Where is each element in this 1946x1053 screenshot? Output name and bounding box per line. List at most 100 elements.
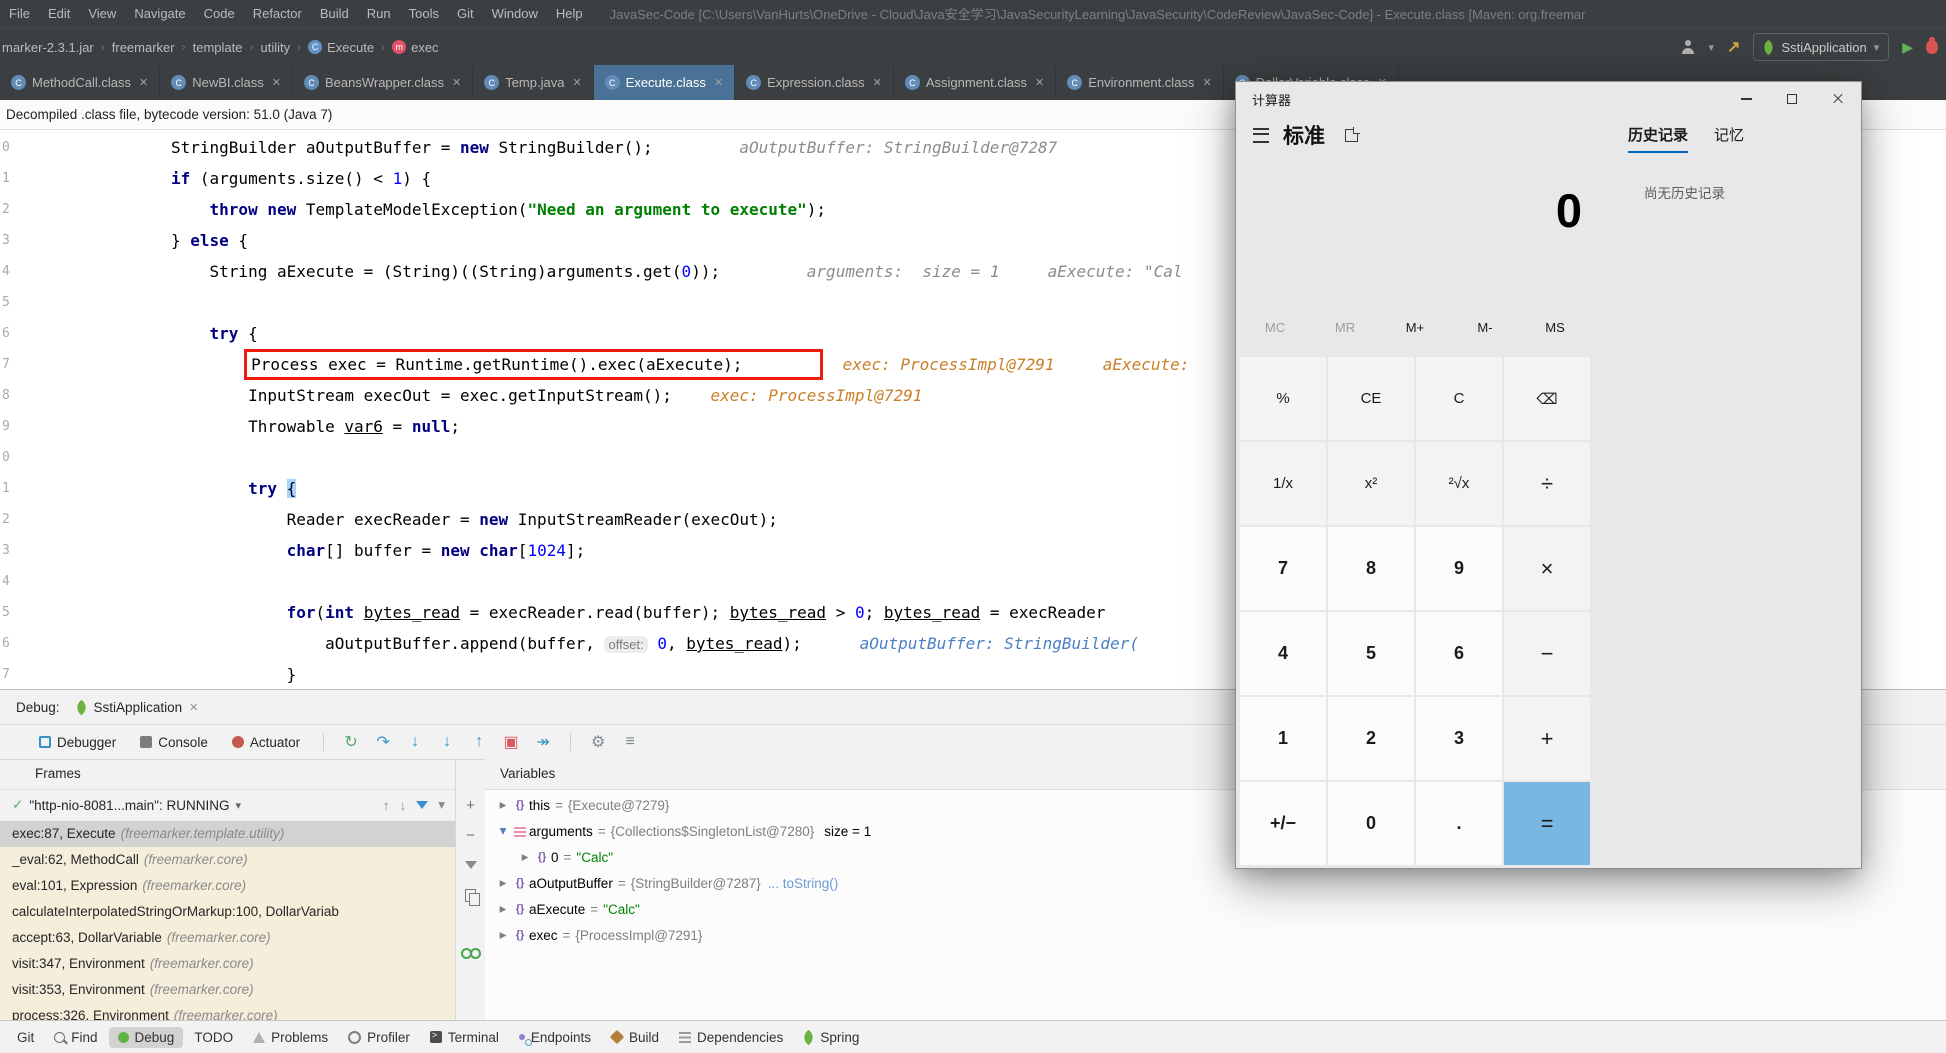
- equals-button[interactable]: =: [1504, 782, 1590, 865]
- two-button[interactable]: 2: [1328, 697, 1414, 780]
- clear-entry-button[interactable]: CE: [1328, 357, 1414, 440]
- skip-icon[interactable]: ↠: [530, 732, 556, 752]
- close-icon[interactable]: ✕: [1202, 76, 1211, 89]
- tab-debugger[interactable]: Debugger: [30, 735, 125, 750]
- chevron-right-icon[interactable]: ▸: [495, 927, 511, 943]
- statusbar-item-spring[interactable]: Spring: [794, 1027, 868, 1048]
- statusbar-item-git[interactable]: Git: [8, 1027, 43, 1048]
- variable-row[interactable]: ▸{}exec={ProcessImpl@7291}: [485, 922, 1946, 948]
- frame-row[interactable]: eval:101, Expression(freemarker.core): [0, 873, 455, 899]
- menu-item-tools[interactable]: Tools: [400, 6, 448, 21]
- code-with-me-icon[interactable]: [1681, 40, 1695, 54]
- menu-item-build[interactable]: Build: [311, 6, 358, 21]
- menu-item-file[interactable]: File: [0, 6, 39, 21]
- editor-tab-methodcall-class[interactable]: CMethodCall.class✕: [0, 65, 160, 100]
- collapse-icon[interactable]: −: [466, 831, 475, 841]
- chevron-down-icon[interactable]: ▾: [495, 823, 511, 839]
- breadcrumb-item[interactable]: freemarker: [110, 40, 177, 55]
- divide-button[interactable]: ÷: [1504, 442, 1590, 525]
- filter-icon[interactable]: [416, 801, 428, 809]
- editor-tab-newbi-class[interactable]: CNewBI.class✕: [160, 65, 293, 100]
- six-button[interactable]: 6: [1416, 612, 1502, 695]
- editor-tab-temp-java[interactable]: CTemp.java✕: [473, 65, 593, 100]
- memory-store-button[interactable]: MS: [1520, 320, 1590, 335]
- thread-selector[interactable]: ✓ "http-nio-8081...main": RUNNING ▾ ↑ ↓ …: [0, 790, 455, 820]
- calculator-titlebar[interactable]: 计算器: [1236, 82, 1861, 116]
- frame-row[interactable]: exec:87, Execute(freemarker.template.uti…: [0, 821, 455, 847]
- breadcrumb-item[interactable]: marker-2.3.1.jar: [0, 40, 96, 55]
- keep-on-top-icon[interactable]: [1345, 129, 1358, 142]
- layout-icon[interactable]: ≡: [617, 733, 643, 751]
- menu-item-navigate[interactable]: Navigate: [125, 6, 194, 21]
- copy-icon[interactable]: [465, 889, 476, 902]
- negate-button[interactable]: +/−: [1240, 782, 1326, 865]
- tab-console[interactable]: Console: [131, 735, 217, 750]
- frame-row[interactable]: visit:353, Environment(freemarker.core): [0, 977, 455, 1003]
- view-breakpoints-icon[interactable]: ▣: [498, 732, 524, 752]
- variable-row[interactable]: ▸{}aExecute="Calc": [485, 896, 1946, 922]
- close-icon[interactable]: ✕: [714, 76, 723, 89]
- chevron-down-icon[interactable]: ▾: [438, 797, 445, 813]
- debug-button[interactable]: [1926, 40, 1938, 54]
- frame-row[interactable]: calculateInterpolatedStringOrMarkup:100,…: [0, 899, 455, 925]
- editor-tab-assignment-class[interactable]: CAssignment.class✕: [894, 65, 1056, 100]
- editor-tab-execute-class[interactable]: CExecute.class✕: [594, 65, 735, 100]
- percent-button[interactable]: %: [1240, 357, 1326, 440]
- chevron-right-icon[interactable]: ▸: [517, 849, 533, 865]
- clear-button[interactable]: C: [1416, 357, 1502, 440]
- close-icon[interactable]: ✕: [873, 76, 882, 89]
- close-icon[interactable]: ✕: [1035, 76, 1044, 89]
- close-button[interactable]: [1815, 82, 1861, 116]
- rerun-icon[interactable]: ↻: [338, 732, 364, 752]
- breadcrumb-item[interactable]: utility: [258, 40, 292, 55]
- three-button[interactable]: 3: [1416, 697, 1502, 780]
- add-button[interactable]: +: [1504, 697, 1590, 780]
- chevron-down-icon[interactable]: ▾: [1708, 41, 1714, 54]
- close-icon[interactable]: ✕: [572, 76, 581, 89]
- step-into-icon[interactable]: ↓: [402, 733, 428, 751]
- statusbar-item-build[interactable]: Build: [602, 1027, 668, 1048]
- nine-button[interactable]: 9: [1416, 527, 1502, 610]
- close-icon[interactable]: ✕: [189, 701, 198, 714]
- step-out-icon[interactable]: ↑: [466, 733, 492, 751]
- hotswap-icon[interactable]: ↗: [1727, 37, 1740, 57]
- frame-up-icon[interactable]: ↑: [383, 798, 390, 813]
- frame-row[interactable]: _eval:62, MethodCall(freemarker.core): [0, 847, 455, 873]
- statusbar-item-endpoints[interactable]: Endpoints: [510, 1027, 600, 1048]
- close-icon[interactable]: ✕: [452, 76, 461, 89]
- maximize-button[interactable]: [1769, 82, 1815, 116]
- five-button[interactable]: 5: [1328, 612, 1414, 695]
- square-button[interactable]: x²: [1328, 442, 1414, 525]
- one-button[interactable]: 1: [1240, 697, 1326, 780]
- menu-item-view[interactable]: View: [79, 6, 125, 21]
- editor-tab-beanswrapper-class[interactable]: CBeansWrapper.class✕: [293, 65, 473, 100]
- close-icon[interactable]: ✕: [272, 76, 281, 89]
- variable-row[interactable]: ▸{}aOutputBuffer={StringBuilder@7287}...…: [485, 870, 1946, 896]
- debug-session-tab[interactable]: SstiApplication ✕: [76, 700, 199, 715]
- tab-actuator[interactable]: Actuator: [223, 735, 309, 750]
- seven-button[interactable]: 7: [1240, 527, 1326, 610]
- chevron-right-icon[interactable]: ▸: [495, 901, 511, 917]
- evaluate-expression-icon[interactable]: [461, 948, 481, 957]
- statusbar-item-profiler[interactable]: Profiler: [339, 1027, 419, 1048]
- chevron-right-icon[interactable]: ▸: [495, 797, 511, 813]
- decimal-button[interactable]: .: [1416, 782, 1502, 865]
- zero-button[interactable]: 0: [1328, 782, 1414, 865]
- tab-memory[interactable]: 记忆: [1714, 124, 1744, 153]
- statusbar-item-problems[interactable]: Problems: [244, 1027, 337, 1048]
- menu-item-git[interactable]: Git: [448, 6, 483, 21]
- eight-button[interactable]: 8: [1328, 527, 1414, 610]
- breadcrumb-item[interactable]: template: [191, 40, 245, 55]
- breadcrumb-item[interactable]: CExecute: [306, 40, 376, 55]
- editor-tab-environment-class[interactable]: CEnvironment.class✕: [1056, 65, 1223, 100]
- force-step-into-icon[interactable]: ↓: [434, 733, 460, 751]
- menu-item-edit[interactable]: Edit: [39, 6, 79, 21]
- memory-add-button[interactable]: M+: [1380, 320, 1450, 335]
- menu-item-refactor[interactable]: Refactor: [244, 6, 311, 21]
- subtract-button[interactable]: −: [1504, 612, 1590, 695]
- frame-row[interactable]: accept:63, DollarVariable(freemarker.cor…: [0, 925, 455, 951]
- run-config-select[interactable]: SstiApplication ▾: [1753, 33, 1889, 61]
- reciprocal-button[interactable]: 1/x: [1240, 442, 1326, 525]
- menu-item-window[interactable]: Window: [483, 6, 547, 21]
- menu-item-help[interactable]: Help: [547, 6, 592, 21]
